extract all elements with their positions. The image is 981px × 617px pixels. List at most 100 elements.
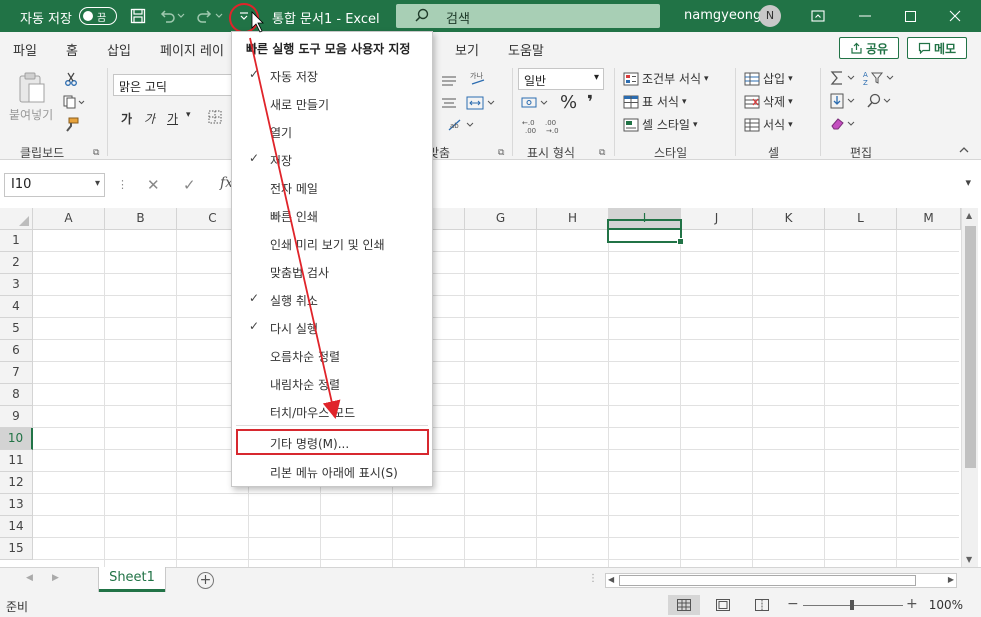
- scroll-left-icon[interactable]: ◀: [608, 575, 614, 584]
- search-box[interactable]: 검색: [396, 4, 660, 28]
- menu-item-more-commands[interactable]: 기타 명령(M)...: [236, 429, 429, 455]
- tab-help[interactable]: 도움말: [508, 40, 544, 59]
- page-break-icon[interactable]: [755, 599, 769, 611]
- menu-item[interactable]: 내림차순 정렬: [232, 370, 432, 396]
- page-layout-icon[interactable]: [716, 599, 730, 611]
- cell-area[interactable]: [33, 230, 959, 567]
- row-header[interactable]: 1: [0, 230, 33, 252]
- row-header[interactable]: 10: [0, 428, 33, 450]
- menu-item[interactable]: 터치/마우스 모드: [232, 398, 432, 424]
- text-direction-icon[interactable]: 가나: [468, 70, 488, 88]
- memo-button[interactable]: 메모: [907, 37, 967, 59]
- paste-button[interactable]: 붙여넣기: [9, 106, 53, 123]
- menu-item[interactable]: 전자 메일: [232, 174, 432, 200]
- fill-icon[interactable]: [830, 93, 858, 109]
- sheet-tab[interactable]: Sheet1: [99, 567, 165, 592]
- scroll-down-icon[interactable]: ▼: [966, 555, 972, 564]
- user-name[interactable]: namgyeong: [684, 8, 761, 23]
- format-cells-button[interactable]: 서식 ▾: [744, 116, 793, 133]
- find-select-icon[interactable]: [866, 93, 894, 109]
- conditional-format-button[interactable]: 조건부 서식 ▾: [623, 70, 709, 87]
- column-header[interactable]: K: [753, 208, 825, 230]
- cell-styles-button[interactable]: 셀 스타일 ▾: [623, 116, 698, 133]
- cut-icon[interactable]: [64, 72, 78, 86]
- row-header[interactable]: 3: [0, 274, 33, 296]
- merge-center-icon[interactable]: [466, 96, 496, 110]
- decrease-decimal-icon[interactable]: .00 →.0: [544, 118, 564, 134]
- collapse-ribbon-icon[interactable]: [958, 146, 970, 154]
- column-header[interactable]: M: [897, 208, 961, 230]
- worksheet-grid[interactable]: ABCDEFGHIJKLM 123456789101112131415 ▲ ▼: [0, 208, 981, 567]
- increase-decimal-icon[interactable]: ←.0.00: [521, 118, 541, 134]
- row-header[interactable]: 14: [0, 516, 33, 538]
- ribbon-display-icon[interactable]: [808, 6, 828, 26]
- close-icon[interactable]: [945, 6, 965, 26]
- scroll-thumb[interactable]: [965, 226, 976, 468]
- border-icon[interactable]: [208, 110, 222, 124]
- name-box[interactable]: I10 ▾: [4, 173, 105, 197]
- tab-page-layout[interactable]: 페이지 레이: [160, 40, 224, 59]
- menu-item[interactable]: ✓ 다시 실행: [232, 314, 432, 340]
- redo-icon[interactable]: [194, 6, 214, 26]
- share-button[interactable]: 공유: [839, 37, 899, 59]
- save-icon[interactable]: [128, 6, 148, 26]
- menu-item[interactable]: 맞춤법 검사: [232, 258, 432, 284]
- copy-icon[interactable]: [63, 95, 85, 109]
- alignment-launcher-icon[interactable]: ⧉: [498, 148, 504, 158]
- percent-button[interactable]: %: [560, 92, 577, 113]
- scroll-up-icon[interactable]: ▲: [966, 211, 972, 220]
- expand-formula-icon[interactable]: ▾: [965, 176, 971, 189]
- menu-item[interactable]: 빠른 인쇄: [232, 202, 432, 228]
- maximize-icon[interactable]: [900, 6, 920, 26]
- next-sheet-icon[interactable]: ▶: [52, 573, 59, 583]
- format-as-table-button[interactable]: 표 서식 ▾: [623, 93, 686, 110]
- cancel-icon[interactable]: ✕: [147, 176, 160, 194]
- number-format-select[interactable]: 일반 ▾: [518, 68, 604, 90]
- bold-button[interactable]: 가: [121, 110, 132, 127]
- underline-dropdown-icon[interactable]: ▾: [186, 110, 191, 120]
- align-center-icon[interactable]: [441, 96, 457, 110]
- scroll-right-icon[interactable]: ▶: [948, 575, 954, 584]
- menu-item[interactable]: 열기: [232, 118, 432, 144]
- row-header[interactable]: 15: [0, 538, 33, 560]
- zoom-out-button[interactable]: −: [787, 596, 799, 612]
- orientation-icon[interactable]: ab: [446, 118, 476, 132]
- insert-cells-button[interactable]: 삽입 ▾: [744, 70, 793, 87]
- column-header[interactable]: L: [825, 208, 897, 230]
- tab-insert[interactable]: 삽입: [107, 40, 131, 59]
- zoom-level[interactable]: 100%: [929, 598, 963, 612]
- delete-cells-button[interactable]: 삭제 ▾: [744, 93, 793, 110]
- redo-dropdown-icon[interactable]: [214, 6, 224, 26]
- horizontal-scrollbar[interactable]: ◀ ▶: [605, 573, 957, 588]
- paste-icon[interactable]: [17, 70, 57, 106]
- scroll-thumb[interactable]: [619, 575, 916, 586]
- italic-button[interactable]: 가: [144, 110, 155, 127]
- enter-icon[interactable]: ✓: [183, 176, 196, 194]
- format-painter-icon[interactable]: [63, 117, 79, 133]
- active-cell[interactable]: [607, 219, 684, 245]
- minimize-icon[interactable]: [855, 6, 875, 26]
- select-all-corner[interactable]: [0, 208, 33, 230]
- menu-item[interactable]: ✓ 저장: [232, 146, 432, 172]
- zoom-in-button[interactable]: +: [906, 596, 918, 612]
- row-header[interactable]: 6: [0, 340, 33, 362]
- clipboard-launcher-icon[interactable]: ⧉: [93, 148, 99, 158]
- row-header[interactable]: 5: [0, 318, 33, 340]
- row-header[interactable]: 7: [0, 362, 33, 384]
- font-name-select[interactable]: 맑은 고딕: [113, 74, 233, 96]
- column-header[interactable]: J: [681, 208, 753, 230]
- menu-item[interactable]: ✓ 자동 저장: [232, 62, 432, 88]
- row-header[interactable]: 11: [0, 450, 33, 472]
- column-header[interactable]: A: [33, 208, 105, 230]
- zoom-slider-thumb[interactable]: [850, 600, 854, 610]
- column-header[interactable]: B: [105, 208, 177, 230]
- menu-item[interactable]: 오름차순 정렬: [232, 342, 432, 368]
- tab-view[interactable]: 보기: [455, 40, 479, 59]
- clear-icon[interactable]: [830, 116, 858, 132]
- menu-item-show-below[interactable]: 리본 메뉴 아래에 표시(S): [232, 458, 432, 484]
- undo-icon[interactable]: [158, 6, 178, 26]
- menu-item[interactable]: ✓ 실행 취소: [232, 286, 432, 312]
- row-header[interactable]: 2: [0, 252, 33, 274]
- sort-filter-icon[interactable]: AZ: [863, 70, 895, 86]
- autosum-icon[interactable]: [830, 70, 858, 86]
